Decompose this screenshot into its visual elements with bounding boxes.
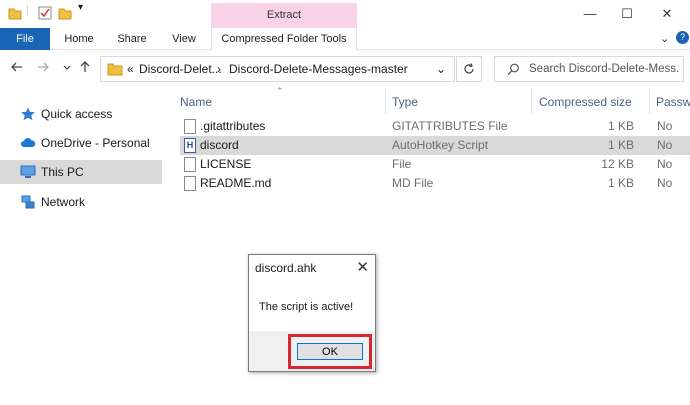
folder-icon[interactable]	[8, 6, 22, 20]
tab-compressed-folder-tools[interactable]: Compressed Folder Tools	[211, 28, 357, 50]
customize-quick-access-icon[interactable]: ▾	[78, 2, 83, 13]
separator: |	[26, 4, 29, 16]
help-icon[interactable]: ?	[676, 31, 689, 44]
file-password: No	[657, 157, 673, 171]
title-bar: | ▾ Extract — ☐ ✕	[0, 0, 690, 28]
address-bar[interactable]: « Discord-Delet... › Discord-Delete-Mess…	[100, 56, 455, 82]
recent-locations-button[interactable]	[58, 60, 76, 78]
ok-button[interactable]: OK	[297, 343, 363, 360]
network-icon	[21, 195, 35, 209]
nav-item-label: Network	[41, 195, 86, 209]
breadcrumb-item-current[interactable]: Discord-Delete-Messages-master	[229, 57, 408, 81]
address-dropdown-icon[interactable]: ⌄	[436, 57, 446, 81]
autohotkey-script-icon: H	[184, 138, 196, 153]
expand-ribbon-icon[interactable]: ⌄	[660, 32, 669, 45]
file-name: LICENSE	[200, 157, 252, 171]
file-icon	[184, 157, 196, 172]
file-type: GITATTRIBUTES File	[392, 119, 508, 133]
file-type: MD File	[392, 176, 434, 190]
navigation-pane: Quick access OneDrive - Personal This PC…	[0, 92, 162, 405]
nav-item-label: This PC	[41, 165, 84, 179]
ok-button-highlight: OK	[288, 334, 372, 369]
star-icon	[21, 107, 35, 121]
file-row-gitattributes[interactable]: .gitattributes GITATTRIBUTES File 1 KB N…	[180, 117, 690, 136]
forward-button[interactable]	[34, 60, 52, 78]
column-header-password[interactable]: Passwor	[656, 92, 690, 112]
chevron-down-icon	[63, 65, 71, 70]
dialog-title: discord.ahk	[255, 261, 317, 275]
file-icon	[184, 119, 196, 134]
file-password: No	[657, 176, 673, 190]
address-row: « Discord-Delet... › Discord-Delete-Mess…	[0, 52, 690, 86]
file-type: AutoHotkey Script	[392, 138, 489, 152]
arrow-right-icon	[38, 62, 49, 72]
column-separator[interactable]	[531, 88, 532, 114]
nav-item-quick-access[interactable]: Quick access	[0, 102, 162, 126]
computer-icon	[20, 165, 36, 178]
folder-icon	[107, 63, 123, 76]
close-button[interactable]: ✕	[652, 4, 682, 24]
nav-item-label: Quick access	[41, 107, 113, 121]
file-row-readme[interactable]: README.md MD File 1 KB No	[180, 174, 690, 193]
breadcrumb-item-parent[interactable]: Discord-Delet...	[139, 57, 222, 81]
properties-icon[interactable]	[38, 6, 52, 20]
new-folder-icon[interactable]	[58, 6, 72, 20]
search-box[interactable]	[494, 56, 684, 82]
message-dialog: discord.ahk ✕ The script is active! OK	[248, 254, 376, 372]
file-row-license[interactable]: LICENSE File 12 KB No	[180, 155, 690, 174]
arrow-up-icon	[80, 61, 90, 72]
tab-home[interactable]: Home	[58, 28, 100, 50]
refresh-button[interactable]	[456, 56, 482, 82]
nav-item-label: OneDrive - Personal	[41, 136, 150, 150]
dialog-message: The script is active!	[259, 301, 354, 313]
search-icon	[507, 63, 519, 76]
dialog-close-icon[interactable]: ✕	[356, 258, 369, 276]
file-name: README.md	[200, 176, 272, 190]
breadcrumb-overflow[interactable]: «	[127, 57, 134, 81]
file-password: No	[657, 119, 673, 133]
file-name: discord	[200, 138, 239, 152]
tab-share[interactable]: Share	[110, 28, 154, 50]
cloud-icon	[21, 138, 36, 147]
file-name: .gitattributes	[200, 119, 266, 133]
file-size: 12 KB	[601, 157, 634, 171]
contextual-tab-extract[interactable]: Extract	[211, 3, 357, 28]
tab-view[interactable]: View	[164, 28, 204, 50]
nav-item-onedrive[interactable]: OneDrive - Personal	[0, 131, 162, 155]
file-size: 1 KB	[607, 119, 634, 133]
tab-file[interactable]: File	[0, 28, 50, 50]
ribbon-tabs: File Home Share View Compressed Folder T…	[0, 28, 690, 50]
column-separator[interactable]	[649, 88, 650, 114]
column-header-compressed-size[interactable]: Compressed size	[539, 92, 649, 112]
file-size: 1 KB	[607, 138, 634, 152]
nav-item-network[interactable]: Network	[0, 190, 162, 214]
search-input[interactable]	[529, 59, 679, 79]
column-header-name[interactable]: Name	[180, 92, 380, 112]
breadcrumb-separator[interactable]: ›	[217, 57, 221, 81]
file-password: No	[657, 138, 673, 152]
file-row-discord[interactable]: H discord AutoHotkey Script 1 KB No	[180, 136, 690, 155]
maximize-button[interactable]: ☐	[612, 4, 642, 24]
column-header-type[interactable]: Type	[392, 92, 532, 112]
dialog-footer: OK	[249, 331, 375, 371]
up-button[interactable]	[76, 60, 94, 78]
file-size: 1 KB	[607, 176, 634, 190]
refresh-icon	[464, 63, 474, 74]
minimize-button[interactable]: —	[575, 4, 605, 24]
arrow-left-icon	[11, 62, 22, 72]
back-button[interactable]	[8, 60, 26, 78]
nav-item-this-pc[interactable]: This PC	[0, 160, 162, 184]
column-separator[interactable]	[385, 88, 386, 114]
file-icon	[184, 176, 196, 191]
file-type: File	[392, 157, 412, 171]
